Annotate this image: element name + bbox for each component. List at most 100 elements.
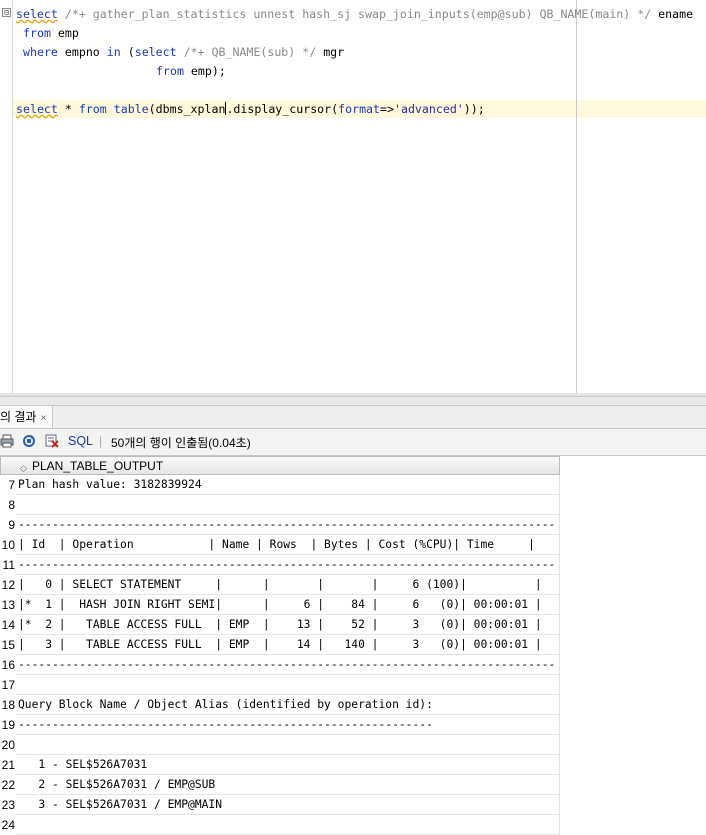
row-number: 13 (1, 598, 15, 612)
table-row[interactable]: 13 |* 1 | HASH JOIN RIGHT SEMI| | 6 | 84 … (0, 595, 706, 615)
table-row[interactable]: 21 1 - SEL$526A7031 (0, 755, 706, 775)
plan-output-cell[interactable] (16, 735, 560, 755)
results-grid[interactable]: ◇ PLAN_TABLE_OUTPUT 7 Plan hash value: 31… (0, 456, 706, 835)
sql-link[interactable]: SQL (68, 434, 93, 448)
code-line-3[interactable]: where empno in (select /*+ QB_NAME(sub) … (23, 43, 344, 62)
plan-output-cell[interactable]: 3 - SEL$526A7031 / EMP@MAIN (16, 795, 560, 815)
table-row[interactable]: 18 Query Block Name / Object Alias (ident… (0, 695, 706, 715)
string-literal: 'advanced' (393, 102, 464, 116)
plan-output-cell[interactable]: | Id | Operation | Name | Rows | Bytes |… (16, 535, 560, 555)
table-row[interactable]: 7 Plan hash value: 3182839924 (0, 475, 706, 495)
toolbar-separator: | (99, 434, 103, 448)
table-row[interactable]: 24 (0, 815, 706, 835)
column-header-plan-table-output[interactable]: ◇ PLAN_TABLE_OUTPUT (0, 456, 560, 475)
plan-output-cell[interactable]: |* 1 | HASH JOIN RIGHT SEMI| | 6 | 84 | … (16, 595, 560, 615)
tab-label: 의 결과 (0, 410, 37, 424)
hint-comment: /*+ gather_plan_statistics unnest hash_s… (57, 7, 652, 21)
plan-output-cell[interactable]: ----------------------------------------… (16, 655, 560, 675)
results-toolbar: SQL | 50개의 행이 인출됨(0.04초) (0, 429, 706, 456)
code-text: (dbms_xplan (148, 102, 226, 116)
row-number: 16 (1, 658, 15, 672)
row-number: 15 (1, 638, 15, 652)
editor-gutter: ⊟ (0, 0, 13, 396)
keyword: format (338, 102, 381, 116)
table-row[interactable]: 9 ---------------------------------------… (0, 515, 706, 535)
hint-comment: /*+ QB_NAME(sub) */ (176, 45, 317, 59)
row-number: 8 (8, 498, 15, 512)
row-number: 12 (1, 578, 15, 592)
plan-output-cell[interactable] (16, 495, 560, 515)
keyword: from (23, 26, 51, 40)
sql-editor[interactable]: ⊟ select /*+ gather_plan_statistics unne… (0, 0, 706, 396)
code-text: .display_cursor( (226, 102, 339, 116)
plan-output-cell[interactable] (16, 675, 560, 695)
code-text: emp); (183, 64, 226, 78)
row-number: 9 (8, 518, 15, 532)
code-line-4[interactable]: from emp); (156, 62, 226, 81)
fetch-status: 50개의 행이 인출됨(0.04초) (111, 436, 251, 450)
plan-output-cell[interactable]: |* 2 | TABLE ACCESS FULL | EMP | 13 | 52… (16, 615, 560, 635)
code-text: emp (50, 26, 79, 40)
plan-output-cell[interactable]: | 0 | SELECT STATEMENT | | | | 6 (100)| … (16, 575, 560, 595)
plan-output-cell[interactable]: ----------------------------------------… (16, 515, 560, 535)
keyword: select (16, 102, 58, 116)
splitter[interactable] (0, 396, 706, 406)
table-row[interactable]: 22 2 - SEL$526A7031 / EMP@SUB (0, 775, 706, 795)
column-header-label: PLAN_TABLE_OUTPUT (32, 459, 164, 473)
code-line-1[interactable]: select /*+ gather_plan_statistics unnest… (16, 5, 693, 24)
plan-output-cell[interactable]: 1 - SEL$526A7031 (16, 755, 560, 775)
results-tabbar: 의 결과 × (0, 406, 706, 429)
close-icon[interactable]: × (40, 413, 46, 424)
plan-output-cell[interactable]: Query Block Name / Object Alias (identif… (16, 695, 560, 715)
keyword: select (16, 7, 58, 21)
plan-output-cell[interactable] (16, 815, 560, 835)
row-number: 23 (1, 798, 15, 812)
table-row[interactable]: 19 --------------------------------------… (0, 715, 706, 735)
keyword: table (113, 102, 149, 116)
table-row[interactable]: 8 (0, 495, 706, 515)
row-number: 21 (1, 758, 15, 772)
table-row[interactable]: 16 --------------------------------------… (0, 655, 706, 675)
row-number: 18 (1, 698, 15, 712)
plan-output-cell[interactable]: ----------------------------------------… (16, 715, 560, 735)
table-row[interactable]: 20 (0, 735, 706, 755)
table-row[interactable]: 17 (0, 675, 706, 695)
table-row[interactable]: 12 | 0 | SELECT STATEMENT | | | | 6 (100)… (0, 575, 706, 595)
keyword: from (78, 102, 107, 116)
code-text: * (57, 102, 79, 116)
keyword: where (23, 45, 58, 59)
row-number: 10 (1, 538, 15, 552)
print-icon[interactable] (0, 434, 14, 448)
plan-output-cell[interactable]: | 3 | TABLE ACCESS FULL | EMP | 14 | 140… (16, 635, 560, 655)
code-text: empno (57, 45, 107, 59)
table-row[interactable]: 10 | Id | Operation | Name | Rows | Bytes… (0, 535, 706, 555)
code-text: ( (120, 45, 135, 59)
keyword: in (106, 45, 121, 59)
clear-icon[interactable] (45, 434, 59, 448)
right-margin-guide (576, 0, 577, 396)
plan-output-cell[interactable]: Plan hash value: 3182839924 (16, 475, 560, 495)
table-row[interactable]: 23 3 - SEL$526A7031 / EMP@MAIN (0, 795, 706, 815)
plan-output-cell[interactable]: ----------------------------------------… (16, 555, 560, 575)
row-number: 24 (1, 818, 15, 832)
table-row[interactable]: 15 | 3 | TABLE ACCESS FULL | EMP | 14 | 1… (0, 635, 706, 655)
tab-script-output[interactable]: 의 결과 × (0, 406, 54, 428)
code-text: )); (463, 102, 485, 116)
code-text: mgr (316, 45, 345, 59)
table-row[interactable]: 14 |* 2 | TABLE ACCESS FULL | EMP | 13 | … (0, 615, 706, 635)
fold-collapse-icon[interactable]: ⊟ (2, 8, 11, 17)
code-line-5[interactable]: select * from table(dbms_xplan.display_c… (16, 100, 485, 119)
table-row[interactable]: 11 --------------------------------------… (0, 555, 706, 575)
row-number: 17 (1, 678, 15, 692)
code-text: => (380, 102, 394, 116)
refresh-icon[interactable] (22, 434, 36, 448)
row-number: 7 (8, 478, 15, 492)
keyword: from (156, 64, 184, 78)
code-text: ename (651, 7, 694, 21)
plan-output-cell[interactable]: 2 - SEL$526A7031 / EMP@SUB (16, 775, 560, 795)
row-number: 11 (2, 558, 15, 572)
row-number: 14 (1, 618, 15, 632)
code-line-2[interactable]: from emp (23, 24, 79, 43)
keyword: select (134, 45, 177, 59)
